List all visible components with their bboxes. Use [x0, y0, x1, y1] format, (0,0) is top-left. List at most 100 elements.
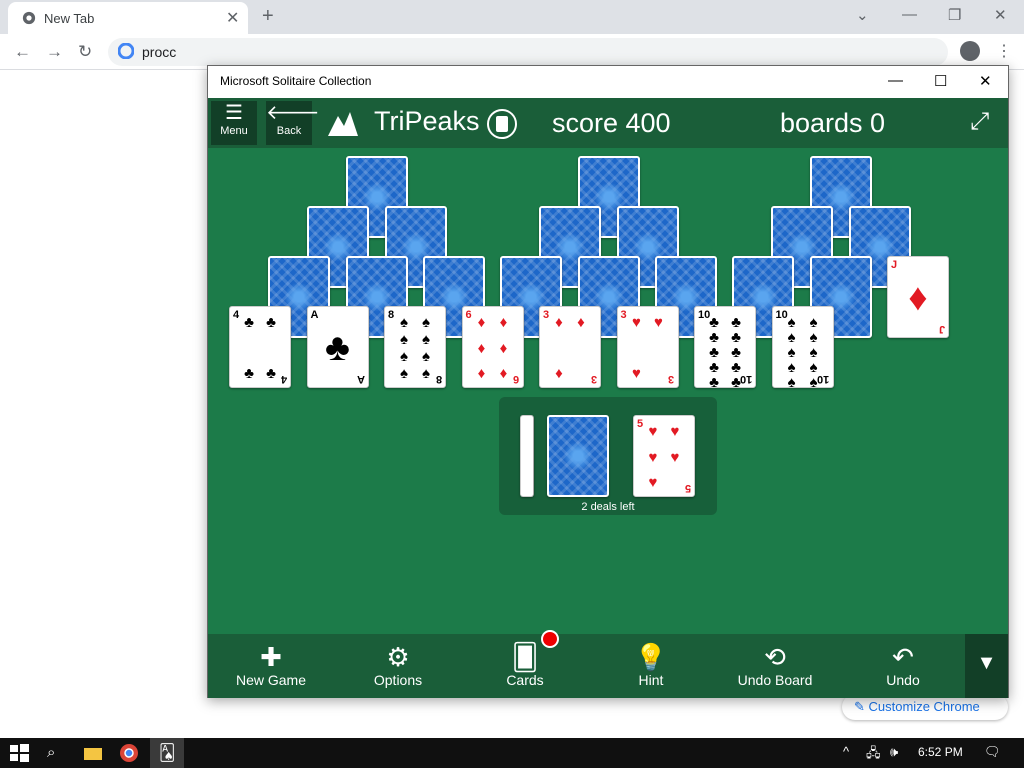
card-pips: ♠ ♠ ♠ ♠ ♠ ♠ ♠ ♠: [400, 314, 430, 382]
cards-label: Cards: [506, 672, 544, 688]
back-button[interactable]: 🡐 Back: [266, 101, 320, 145]
tableau-card[interactable]: 6 6 ♦ ♦ ♦ ♦ ♦ ♦: [461, 306, 524, 388]
card-rank: J: [891, 259, 898, 271]
arrow-left-icon: 🡐: [266, 102, 320, 124]
restore-button[interactable]: ❐: [948, 6, 961, 24]
card-rank: 8: [388, 309, 395, 321]
card-rank: 8: [435, 373, 442, 385]
solitaire-taskbar-button[interactable]: 🂡: [150, 738, 184, 768]
game-name: TriPeaks: [374, 106, 480, 136]
customize-label: Customize Chrome: [868, 699, 980, 714]
volume-icon[interactable]: 🕪: [890, 744, 898, 760]
card-rank: 6: [465, 309, 472, 321]
tab-new-tab[interactable]: New Tab ✕: [8, 2, 248, 34]
cards-icon: 🂠: [511, 642, 539, 672]
card-rank: 4: [280, 373, 287, 385]
menu-button[interactable]: ☰ Menu: [211, 101, 257, 145]
new-tab-button[interactable]: +: [262, 5, 274, 28]
tab-title: New Tab: [44, 11, 95, 26]
back-icon[interactable]: ←: [14, 42, 31, 62]
undo-icon: ↶: [892, 642, 914, 672]
card-rank: 3: [668, 373, 675, 385]
deals-left-label: 2 deals left: [581, 501, 635, 513]
chevron-up-icon[interactable]: ^: [843, 744, 849, 759]
tableau-card[interactable]: A A ♣: [306, 306, 369, 388]
network-icon[interactable]: 🖧: [866, 744, 881, 766]
tableau-card[interactable]: 10 10 ♣ ♣ ♣ ♣ ♣ ♣ ♣ ♣ ♣ ♣: [694, 306, 756, 391]
card-rank: 3: [620, 309, 627, 321]
tableau-card[interactable]: 4 4 ♣ ♣ ♣ ♣: [229, 306, 291, 388]
card-rank: A: [310, 309, 319, 321]
solitaire-icon: 🂡: [159, 745, 176, 762]
new-game-button[interactable]: ✚ New Game: [216, 642, 326, 694]
options-label: Options: [373, 672, 423, 688]
card-rank: A: [356, 373, 365, 385]
card-pips: ♣ ♣ ♣ ♣ ♣ ♣ ♣ ♣ ♣ ♣: [709, 314, 741, 391]
tableau-card[interactable]: 10 10 ♠ ♠ ♠ ♠ ♠ ♠ ♠ ♠ ♠ ♠: [771, 306, 834, 391]
card-rank: 3: [590, 373, 597, 385]
profile-icon[interactable]: [960, 41, 980, 61]
card-suit: ♣: [325, 327, 350, 369]
card-suit: ♦: [908, 277, 928, 319]
card-pips: ♦ ♦ ♦ ♦ ♦ ♦: [477, 314, 508, 382]
fullscreen-icon[interactable]: ⤢: [970, 108, 989, 136]
undo-board-button[interactable]: ⟲ Undo Board: [720, 642, 830, 694]
hint-button[interactable]: 💡 Hint: [596, 642, 706, 694]
notifications-icon[interactable]: 🗨: [984, 744, 1001, 760]
taskbar: ⌕ 🂡 ^ 🖧 🕪 6:52 PM 🗨: [0, 738, 1024, 768]
undo-button[interactable]: ↶ Undo: [848, 642, 958, 694]
tableau-card[interactable]: 8 8 ♠ ♠ ♠ ♠ ♠ ♠ ♠ ♠: [384, 306, 446, 388]
close-tab-icon[interactable]: ✕: [226, 8, 239, 28]
cards-button[interactable]: 🂠 Cards: [470, 642, 580, 694]
card-pips: ♥ ♥ ♥: [632, 314, 663, 382]
clock[interactable]: 6:52 PM: [918, 745, 963, 759]
card-rank: 5: [637, 418, 644, 430]
window-minimize-button[interactable]: —: [888, 72, 903, 89]
hamburger-icon: ☰: [225, 102, 243, 124]
undo-board-label: Undo Board: [737, 672, 813, 688]
card-rank: 6: [513, 373, 520, 385]
new-game-label: New Game: [235, 672, 307, 688]
lightbulb-icon: 💡: [634, 642, 668, 672]
card-rank: 4: [233, 309, 240, 321]
card-badge-icon: [487, 109, 517, 139]
back-label: Back: [276, 125, 302, 137]
card-pips: ♦ ♦ ♦: [555, 314, 585, 382]
window-close-button[interactable]: ✕: [979, 72, 992, 90]
card-rank: 5: [684, 482, 691, 494]
gear-icon: ⚙: [386, 642, 410, 672]
card-pips: ♠ ♠ ♠ ♠ ♠ ♠ ♠ ♠ ♠ ♠: [787, 314, 818, 391]
mountain-icon: [328, 112, 358, 136]
windows-start-icon[interactable]: [8, 742, 30, 764]
options-button[interactable]: ⚙ Options: [343, 642, 453, 694]
stock-panel: 5 5 ♥ ♥ ♥ ♥ ♥ 2 deals left: [499, 397, 717, 515]
expand-toolbar-button[interactable]: ▼: [965, 634, 1008, 698]
window-maximize-button[interactable]: ☐: [934, 72, 947, 90]
game-toolbar: ✚ New Game ⚙ Options 🂠 Cards 💡 Hint ⟲ Un…: [208, 630, 1008, 698]
chrome-taskbar-icon[interactable]: [118, 742, 140, 764]
file-explorer-icon[interactable]: [82, 742, 104, 764]
solitaire-window: Microsoft Solitaire Collection — ☐ ✕ ☰ M…: [207, 65, 1009, 698]
card-rank: J: [938, 323, 945, 335]
boards-display: boards 0: [780, 108, 886, 138]
tab-search-icon[interactable]: ⌄: [856, 6, 869, 24]
google-icon: [118, 43, 134, 59]
reload-icon[interactable]: ↻: [78, 42, 92, 62]
tableau-card[interactable]: 3 3 ♦ ♦ ♦: [539, 306, 601, 388]
card-rank: 3: [543, 309, 550, 321]
game-header: ☰ Menu 🡐 Back TriPeaks score 400 boards …: [208, 98, 1008, 148]
minimize-button[interactable]: —: [902, 6, 917, 23]
jack-card[interactable]: J J ♦: [887, 256, 949, 338]
close-button[interactable]: ✕: [994, 6, 1007, 24]
search-icon[interactable]: ⌕: [47, 744, 55, 761]
plus-icon: ✚: [260, 642, 282, 672]
tableau-card[interactable]: 3 3 ♥ ♥ ♥: [616, 306, 679, 388]
tab-strip: New Tab ✕ + ⌄ — ❐ ✕: [0, 0, 1024, 34]
forward-icon[interactable]: →: [46, 42, 63, 62]
notification-badge: [541, 630, 559, 648]
score-display: score 400: [552, 108, 671, 138]
menu-icon[interactable]: ⋮: [996, 41, 1012, 61]
address-bar[interactable]: procc: [108, 38, 948, 66]
stock-pile[interactable]: [547, 415, 609, 497]
card-pips: ♥ ♥ ♥ ♥ ♥: [648, 423, 680, 491]
